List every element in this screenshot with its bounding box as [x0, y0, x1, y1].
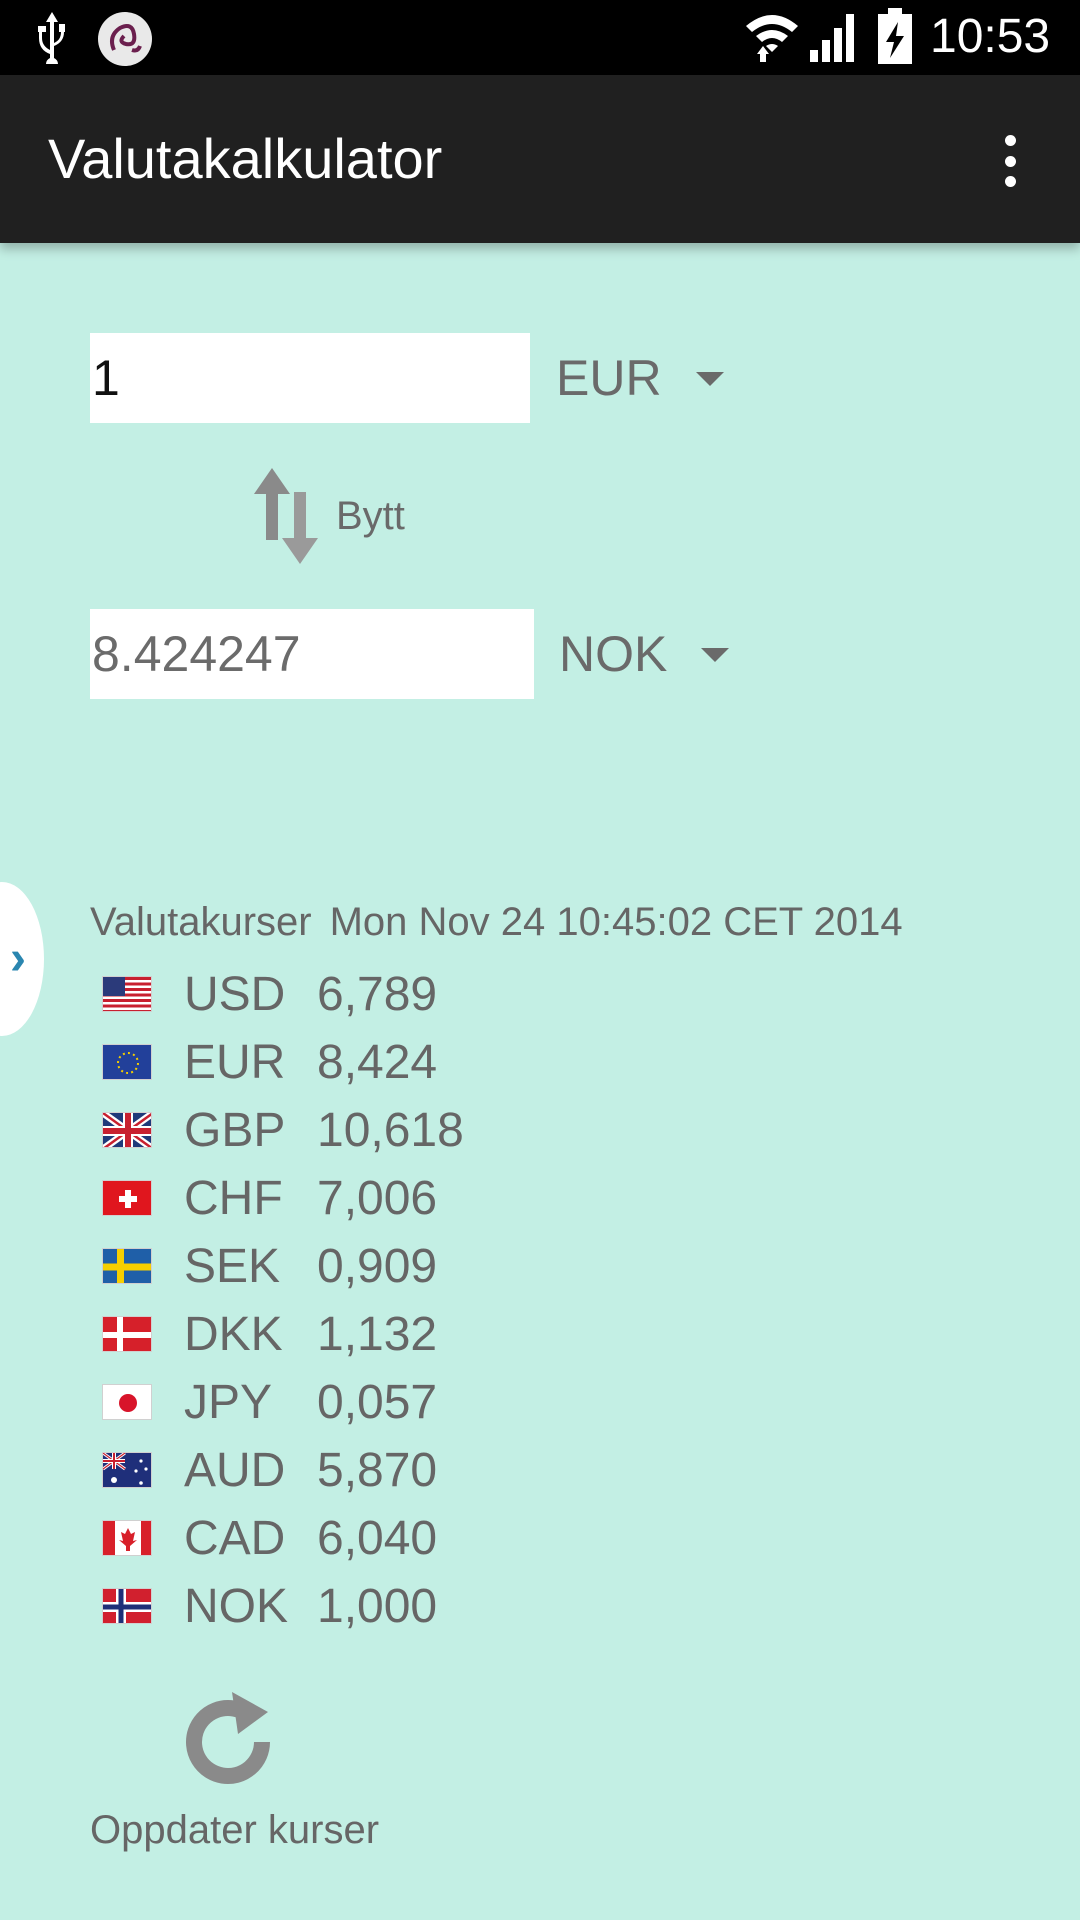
refresh-icon[interactable]	[182, 1690, 278, 1786]
rates-header: Valutakurser Mon Nov 24 10:45:02 CET 2014	[90, 900, 903, 945]
rate-value: 1,132	[317, 1307, 438, 1361]
no-flag-icon	[102, 1588, 152, 1624]
rate-value: 6,040	[317, 1511, 438, 1565]
rate-value: 8,424	[317, 1035, 438, 1089]
rate-value: 1,000	[317, 1579, 438, 1633]
rate-code: JPY	[184, 1375, 273, 1429]
rate-row-eur: EUR 8,424	[102, 1028, 702, 1096]
ca-flag-icon	[102, 1520, 152, 1556]
app-notification-icon	[98, 12, 152, 66]
rate-code: USD	[184, 967, 286, 1021]
rate-row-jpy: JPY 0,057	[102, 1368, 702, 1436]
from-currency-label: EUR	[556, 350, 662, 406]
rate-value: 0,057	[317, 1375, 438, 1429]
rate-code: GBP	[184, 1103, 286, 1157]
us-flag-icon	[102, 976, 152, 1012]
dk-flag-icon	[102, 1316, 152, 1352]
swap-label: Bytt	[336, 493, 405, 538]
dropdown-caret-icon	[695, 372, 724, 386]
rate-row-aud: AUD 5,870	[102, 1436, 702, 1504]
rate-value: 10,618	[317, 1103, 464, 1157]
rates-title: Valutakurser	[90, 900, 312, 944]
rate-row-gbp: GBP 10,618	[102, 1096, 702, 1164]
drawer-handle[interactable]: ›	[0, 882, 44, 1036]
rate-row-sek: SEK 0,909	[102, 1232, 702, 1300]
rate-code: CHF	[184, 1171, 283, 1225]
rate-code: DKK	[184, 1307, 283, 1361]
rate-code: AUD	[184, 1443, 286, 1497]
rates-list: USD 6,789 EUR 8,424 GBP 10,618 CHF 7,006…	[102, 960, 702, 1640]
dropdown-caret-icon	[701, 648, 730, 662]
app-title: Valutakalkulator	[48, 127, 443, 190]
to-currency-label: NOK	[559, 626, 668, 682]
rate-value: 0,909	[317, 1239, 438, 1293]
jp-flag-icon	[102, 1384, 152, 1420]
status-clock: 10:53	[930, 10, 1051, 63]
swap-button[interactable]: Bytt	[250, 466, 405, 566]
rate-row-cad: CAD 6,040	[102, 1504, 702, 1572]
rate-code: SEK	[184, 1239, 281, 1293]
wifi-icon	[746, 15, 798, 62]
to-amount-input[interactable]	[90, 609, 534, 699]
au-flag-icon	[102, 1452, 152, 1488]
chevron-right-icon: ›	[10, 932, 26, 985]
gb-flag-icon	[102, 1112, 152, 1148]
to-currency-spinner[interactable]: NOK	[559, 609, 730, 699]
rate-code: EUR	[184, 1035, 286, 1089]
usb-icon	[38, 12, 65, 64]
rate-row-nok: NOK 1,000	[102, 1572, 702, 1640]
rate-row-usd: USD 6,789	[102, 960, 702, 1028]
rate-row-dkk: DKK 1,132	[102, 1300, 702, 1368]
rate-value: 7,006	[317, 1171, 438, 1225]
cell-signal-icon	[810, 14, 854, 62]
more-vert-icon[interactable]	[990, 131, 1030, 191]
rate-value: 6,789	[317, 967, 438, 1021]
from-currency-spinner[interactable]: EUR	[556, 333, 724, 423]
se-flag-icon	[102, 1248, 152, 1284]
battery-charging-icon	[878, 8, 912, 64]
swap-arrows-icon	[254, 468, 318, 564]
ch-flag-icon	[102, 1180, 152, 1216]
rate-code: NOK	[184, 1579, 289, 1633]
rate-value: 5,870	[317, 1443, 438, 1497]
status-bar: 10:53	[0, 0, 1080, 75]
rate-code: CAD	[184, 1511, 286, 1565]
from-amount-input[interactable]	[90, 333, 530, 423]
action-bar: Valutakalkulator	[0, 75, 1080, 243]
rates-timestamp: Mon Nov 24 10:45:02 CET 2014	[329, 900, 903, 944]
refresh-rates-button[interactable]: Oppdater kurser	[90, 1808, 379, 1853]
eu-flag-icon	[102, 1044, 152, 1080]
rate-row-chf: CHF 7,006	[102, 1164, 702, 1232]
